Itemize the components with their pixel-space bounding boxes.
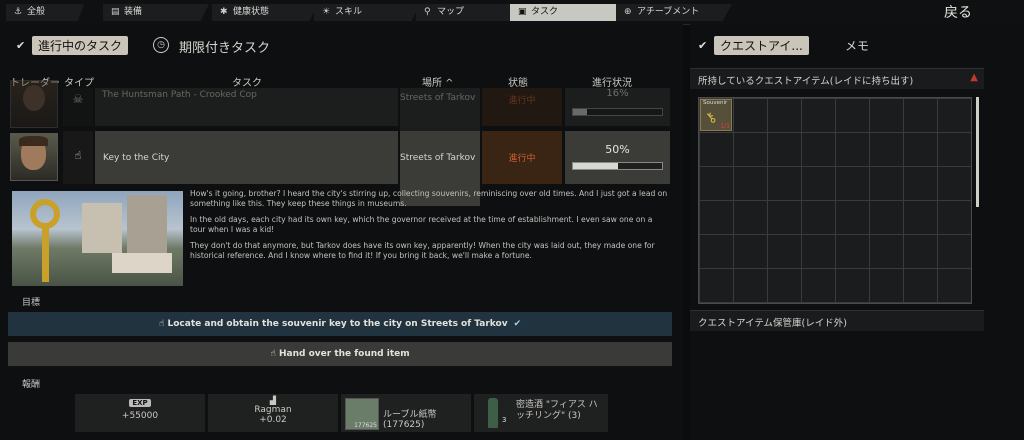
inventory-grid[interactable]: Souvenir ⚷ 1/1: [698, 97, 972, 304]
description-paragraph: They don't do that anymore, but Tarkov d…: [190, 241, 655, 260]
building-shape: [82, 203, 122, 253]
trader-portrait: [10, 133, 58, 181]
task-description: How's it going, brother? I heard the cit…: [190, 189, 670, 261]
type-cell: ☠: [63, 88, 93, 126]
objective-text: Hand over the found item: [279, 349, 410, 359]
description-paragraph: In the old days, each city had its own k…: [190, 215, 653, 234]
progress-fill: [573, 163, 618, 169]
checkmark-icon: ✔: [513, 319, 522, 329]
task-location: Streets of Tarkov: [400, 88, 480, 131]
item-count: 3: [502, 416, 507, 424]
progress-text: 16%: [606, 88, 629, 99]
monument-shape: [112, 253, 172, 273]
header-task[interactable]: タスク: [232, 74, 262, 89]
map-pin-icon: ⚲: [424, 7, 431, 17]
tab-map[interactable]: ⚲ マップ: [416, 4, 522, 21]
exp-badge: EXP: [129, 399, 151, 407]
section-header: 所持しているクエストアイテム(レイドに持ち出す) ▲: [690, 68, 984, 89]
roubles-icon: 177625: [345, 398, 379, 430]
chart-up-icon: ▟: [269, 396, 277, 405]
objective-item[interactable]: ☝ Locate and obtain the souvenir key to …: [8, 312, 672, 336]
skull-icon: ☠: [72, 92, 84, 106]
check-icon: ✔: [698, 39, 708, 52]
face-shape: [23, 85, 45, 111]
plus-circle-icon: ⊕: [624, 7, 632, 17]
item-label: 密造酒 "フィアス ハッチリング" (3): [516, 400, 598, 421]
task-image: [12, 191, 183, 286]
memo-tab[interactable]: メモ: [845, 37, 869, 54]
objective-item[interactable]: ☝ Hand over the found item: [8, 342, 672, 366]
item-label: ルーブル紙幣 (177625): [383, 410, 437, 430]
clipboard-icon: ▣: [518, 7, 527, 17]
tab-achievements[interactable]: ⊕ アチーブメント: [616, 4, 732, 21]
reward-item[interactable]: 177625 ルーブル紙幣 (177625): [341, 394, 471, 432]
reward-trader: ▟ Ragman +0.02: [208, 394, 338, 432]
item-name: Souvenir: [703, 100, 728, 106]
tab-tasks[interactable]: ▣ タスク: [510, 4, 628, 21]
tab-gear[interactable]: ▤ 装備: [103, 4, 209, 21]
anchor-icon: ⚓: [14, 7, 23, 17]
progress-text: 50%: [605, 143, 630, 156]
active-tasks-tab[interactable]: 進行中のタスク: [32, 36, 129, 55]
header-progress[interactable]: 進行状況: [592, 74, 632, 89]
status-cell: 進行中: [482, 88, 562, 126]
reward-exp: EXP +55000: [75, 394, 205, 432]
warning-icon: ▲: [970, 72, 978, 83]
bag-icon: ▤: [111, 7, 120, 17]
sun-icon: ☀: [322, 7, 331, 17]
tab-health[interactable]: ✱ 健康状態: [212, 4, 318, 21]
progress-cell: 16%: [565, 88, 670, 126]
reward-item[interactable]: 3 密造酒 "フィアス ハッチリング" (3): [474, 394, 608, 432]
section-title: 所持しているクエストアイテム(レイドに持ち出す): [698, 76, 914, 87]
objective-text: Locate and obtain the souvenir key to th…: [167, 319, 508, 329]
task-name: The Huntsman Path - Crooked Cop: [95, 88, 398, 126]
back-button[interactable]: 戻る: [944, 2, 972, 22]
section-title: クエストアイテム保管庫(レイド外): [698, 318, 847, 329]
type-cell: ☝: [63, 131, 93, 184]
tab-general[interactable]: ⚓ 全般: [6, 4, 84, 21]
hand-icon: ☝: [270, 349, 279, 359]
header-type[interactable]: タイプ: [64, 74, 94, 89]
hair-shape: [19, 136, 48, 146]
trader-name: Ragman: [254, 405, 292, 415]
task-row-selected[interactable]: ☝ Key to the City Streets of Tarkov 進行中 …: [10, 131, 672, 206]
quest-item-slot[interactable]: Souvenir ⚷ 1/1: [700, 99, 732, 131]
rewards-label: 報酬: [22, 380, 41, 390]
top-navigation: ⚓ 全般 ▤ 装備 ✱ 健康状態 ☀ スキル ⚲ マップ ▣ タスク ⊕ アチーブメント 戻る: [0, 0, 1024, 25]
status-text: 進行中: [508, 96, 536, 106]
task-name: Key to the City: [95, 131, 398, 184]
objectives-label: 目標: [22, 298, 41, 308]
quest-items-tab[interactable]: クエストアイ...: [714, 36, 809, 55]
progress-fill: [573, 109, 588, 115]
header-status[interactable]: 状態: [508, 74, 528, 89]
progress-cell: 50%: [565, 131, 670, 184]
clock-icon: ◷: [153, 37, 169, 53]
scrollbar[interactable]: [976, 97, 979, 207]
trader-portrait: [10, 80, 58, 128]
hand-icon: ☝: [74, 149, 82, 162]
section-header: クエストアイテム保管庫(レイド外): [690, 310, 984, 331]
progress-bar: [572, 108, 663, 116]
health-icon: ✱: [220, 7, 228, 17]
hand-icon: ☝: [158, 319, 168, 329]
building-shape-2: [127, 195, 167, 255]
key-sculpture-head: [30, 199, 60, 229]
key-icon: ⚷: [702, 108, 721, 128]
check-icon: ✔: [16, 39, 26, 52]
task-row[interactable]: ☠ The Huntsman Path - Crooked Cop Street…: [10, 80, 672, 131]
status-cell: 進行中: [482, 131, 562, 184]
tab-skills[interactable]: ☀ スキル: [314, 4, 420, 21]
key-sculpture-shaft: [42, 227, 49, 282]
bottle-icon: [488, 398, 498, 428]
item-count: 1/1: [720, 123, 730, 130]
header-location[interactable]: 場所 ^: [422, 74, 454, 89]
exp-value: +55000: [121, 411, 159, 421]
trader-value: +0.02: [259, 415, 287, 425]
item-count: 177625: [354, 422, 377, 429]
progress-bar: [572, 162, 663, 170]
description-paragraph: How's it going, brother? I heard the cit…: [190, 189, 668, 208]
timed-tasks-tab[interactable]: 期限付きタスク: [179, 37, 270, 56]
status-text: 進行中: [508, 154, 536, 164]
